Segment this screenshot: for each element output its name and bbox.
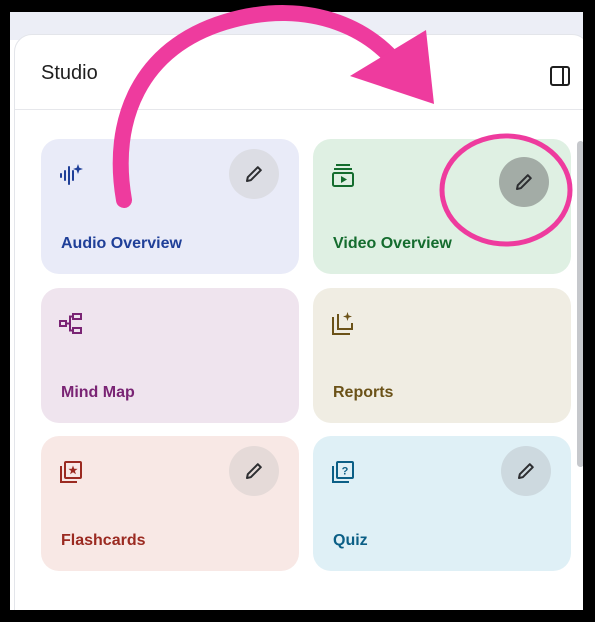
edit-flashcards-button[interactable] xyxy=(229,446,279,496)
edit-audio-overview-button[interactable] xyxy=(229,149,279,199)
card-label: Video Overview xyxy=(333,235,452,252)
card-label: Quiz xyxy=(333,532,368,549)
card-label: Flashcards xyxy=(61,532,146,549)
report-sparkle-icon xyxy=(332,312,353,335)
sidebar-toggle-icon[interactable] xyxy=(549,65,571,87)
flashcard-star-icon xyxy=(60,461,82,483)
card-quiz[interactable]: ? Quiz xyxy=(313,436,571,571)
card-label: Reports xyxy=(333,384,394,401)
card-label: Audio Overview xyxy=(61,235,182,252)
panel-header: Studio xyxy=(15,35,583,110)
card-mind-map[interactable]: Mind Map xyxy=(41,288,299,423)
pencil-icon xyxy=(518,463,534,479)
card-audio-overview[interactable]: Audio Overview xyxy=(41,139,299,274)
panel-title: Studio xyxy=(41,62,98,84)
app-frame: Studio Audio Overview Video Overview Min… xyxy=(10,12,583,610)
card-flashcards[interactable]: Flashcards xyxy=(41,436,299,571)
pencil-icon xyxy=(516,174,532,190)
card-video-overview[interactable]: Video Overview xyxy=(313,139,571,274)
card-reports[interactable]: Reports xyxy=(313,288,571,423)
mind-map-icon xyxy=(59,313,82,334)
video-stack-icon xyxy=(332,164,354,187)
pencil-icon xyxy=(246,166,262,182)
edit-video-overview-button[interactable] xyxy=(499,157,549,207)
edit-quiz-button[interactable] xyxy=(501,446,551,496)
scrollbar[interactable] xyxy=(577,141,583,467)
studio-panel: Studio Audio Overview Video Overview Min… xyxy=(14,34,583,610)
quiz-question-icon: ? xyxy=(332,461,354,483)
svg-text:?: ? xyxy=(342,466,349,478)
audio-waveform-sparkle-icon xyxy=(60,164,83,185)
pencil-icon xyxy=(246,463,262,479)
card-label: Mind Map xyxy=(61,384,135,401)
